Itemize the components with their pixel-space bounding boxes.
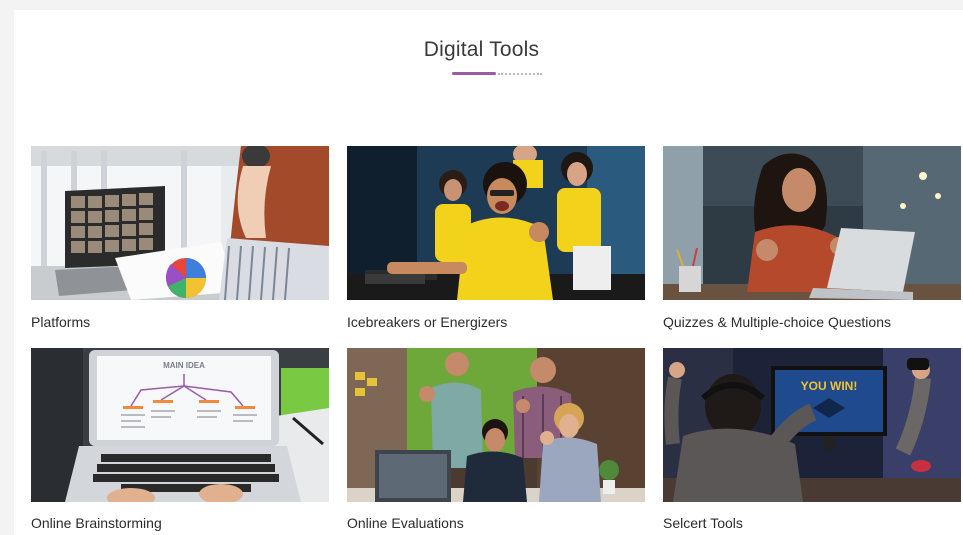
platforms-image [31,146,329,300]
evaluations-image [347,348,645,502]
tool-label-evaluations[interactable]: Online Evaluations [347,515,464,531]
title-divider [452,72,542,75]
divider-dots [498,73,542,76]
tool-label-brainstorming[interactable]: Online Brainstorming [31,515,162,531]
tool-label-selcert[interactable]: Selcert Tools [663,515,743,531]
icebreakers-image [347,146,645,300]
tool-card-icebreakers[interactable] [347,146,645,300]
brainstorming-image: MAIN IDEA [31,348,329,502]
tool-card-selcert[interactable]: YOU WIN! [663,348,961,502]
page: Digital Tools Platforms Icebreakers or E… [0,0,963,535]
tool-card-brainstorming[interactable]: MAIN IDEA [31,348,329,502]
tool-card-quizzes[interactable] [663,146,961,300]
game-banner-text: YOU WIN! [801,379,858,393]
section-title: Digital Tools [423,38,540,61]
divider-accent [452,72,496,75]
tool-card-platforms[interactable] [31,146,329,300]
quizzes-image [663,146,961,300]
tool-label-quizzes[interactable]: Quizzes & Multiple-choice Questions [663,314,891,330]
selcert-image: YOU WIN! [663,348,961,502]
tool-card-evaluations[interactable] [347,348,645,502]
tool-label-icebreakers[interactable]: Icebreakers or Energizers [347,314,507,330]
brainstorm-heading-text: MAIN IDEA [163,361,205,370]
tool-label-platforms[interactable]: Platforms [31,314,90,330]
